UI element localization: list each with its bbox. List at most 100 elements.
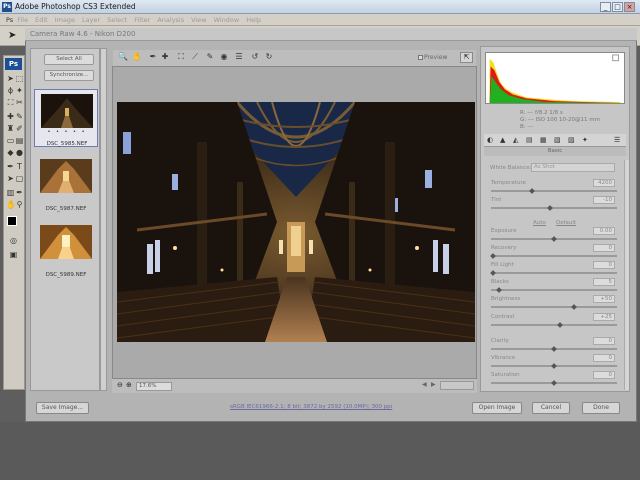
- crop-tool-icon[interactable]: ⛶: [6, 98, 15, 107]
- auto-link[interactable]: Auto: [533, 220, 546, 226]
- crop-icon[interactable]: ⛶: [176, 52, 186, 62]
- hand-tool-icon[interactable]: ✋: [6, 200, 16, 209]
- slider-value-field[interactable]: 0: [593, 261, 615, 269]
- straighten-icon[interactable]: ⟋: [190, 52, 200, 62]
- menu-window[interactable]: Window: [214, 16, 240, 24]
- slider-value-field[interactable]: 0: [593, 354, 615, 362]
- slider-track[interactable]: [491, 306, 617, 308]
- cancel-button[interactable]: Cancel: [532, 402, 570, 414]
- hand-icon[interactable]: ✋: [132, 52, 142, 61]
- done-button[interactable]: Done: [582, 402, 620, 414]
- eraser-tool-icon[interactable]: ▭: [6, 136, 15, 145]
- maximize-button[interactable]: □: [612, 2, 623, 12]
- slider-track[interactable]: [491, 272, 617, 274]
- tab-camera-calibration-icon[interactable]: ▨: [568, 136, 575, 144]
- tab-hsl-icon[interactable]: ▤: [526, 136, 533, 144]
- tab-presets-icon[interactable]: ✦: [582, 136, 588, 144]
- foreground-color-swatch[interactable]: [7, 216, 17, 226]
- workflow-options-link[interactable]: sRGB IEC61966-2.1; 8 bit; 3872 by 2592 (…: [230, 404, 392, 410]
- menu-edit[interactable]: Edit: [35, 16, 48, 24]
- menu-filter[interactable]: Filter: [134, 16, 150, 24]
- slider-value-field[interactable]: 5: [593, 278, 615, 286]
- slider-track[interactable]: [491, 207, 617, 209]
- path-selection-icon[interactable]: ➤: [6, 174, 15, 183]
- slider-value-field[interactable]: 0.00: [593, 227, 615, 235]
- color-sampler-icon[interactable]: ✚: [160, 52, 170, 61]
- slider-value-field[interactable]: +25: [593, 313, 615, 321]
- preferences-icon[interactable]: ☰: [234, 52, 244, 61]
- slider-value-field[interactable]: 0: [593, 244, 615, 252]
- save-image-button[interactable]: Save Image...: [36, 402, 89, 414]
- magic-wand-tool-icon[interactable]: ✦: [15, 86, 24, 95]
- screen-mode-icon[interactable]: ▣: [9, 250, 18, 259]
- red-eye-icon[interactable]: ◉: [219, 52, 229, 61]
- tab-tone-curve-icon[interactable]: ▲: [500, 136, 505, 144]
- slider-value-field[interactable]: 0: [593, 371, 615, 379]
- menu-image[interactable]: Image: [55, 16, 75, 24]
- dodge-tool-icon[interactable]: ●: [15, 148, 24, 157]
- shape-tool-icon[interactable]: ▢: [15, 174, 24, 183]
- slider-value-field[interactable]: 0: [593, 337, 615, 345]
- slider-value-field[interactable]: +50: [593, 295, 615, 303]
- history-brush-icon[interactable]: ✐: [15, 124, 24, 133]
- slider-value-field[interactable]: -10: [593, 196, 615, 204]
- zoom-tool-icon[interactable]: ⚲: [15, 200, 24, 209]
- slider-track[interactable]: [491, 324, 617, 326]
- tab-basic-icon[interactable]: ◐: [487, 136, 493, 144]
- slider-value-field[interactable]: 4200: [593, 179, 615, 187]
- zoom-icon[interactable]: 🔍: [118, 52, 128, 61]
- default-link[interactable]: Default: [556, 220, 576, 226]
- tab-split-toning-icon[interactable]: ▦: [540, 136, 547, 144]
- zoom-in-icon[interactable]: ⊕: [126, 381, 132, 389]
- close-button[interactable]: ×: [624, 2, 635, 12]
- move-tool-icon[interactable]: ➤: [8, 30, 16, 41]
- slider-track[interactable]: [491, 255, 617, 257]
- slice-tool-icon[interactable]: ✂: [15, 98, 24, 107]
- fullscreen-button[interactable]: ⇱: [460, 52, 473, 63]
- menu-analysis[interactable]: Analysis: [157, 16, 184, 24]
- healing-brush-icon[interactable]: ✚: [6, 112, 15, 121]
- menu-file[interactable]: File: [17, 16, 28, 24]
- lasso-tool-icon[interactable]: ϕ: [6, 86, 15, 95]
- filmstrip-thumbnail[interactable]: DSC_5989.NEF: [34, 221, 98, 279]
- pen-tool-icon[interactable]: ✒: [6, 162, 15, 171]
- eyedropper-tool-icon[interactable]: ✒: [15, 188, 24, 197]
- retouch-icon[interactable]: ✎: [205, 52, 215, 61]
- rotate-left-icon[interactable]: ↺: [250, 52, 260, 61]
- slider-track[interactable]: [491, 289, 617, 291]
- zoom-out-icon[interactable]: ⊖: [117, 381, 123, 389]
- next-image-icon[interactable]: ▶: [431, 381, 436, 388]
- panel-scrollbar[interactable]: [624, 160, 629, 390]
- open-image-button[interactable]: Open Image: [472, 402, 522, 414]
- white-balance-select[interactable]: As Shot: [531, 163, 615, 172]
- type-tool-icon[interactable]: T: [15, 162, 24, 171]
- marquee-tool-icon[interactable]: ⬚: [15, 74, 24, 83]
- blur-tool-icon[interactable]: ◆: [6, 148, 15, 157]
- white-balance-icon[interactable]: ✒: [148, 52, 158, 61]
- filmstrip-scrollbar[interactable]: [100, 48, 107, 391]
- select-all-button[interactable]: Select All: [44, 54, 94, 65]
- preview-checkbox[interactable]: [418, 55, 423, 60]
- menu-layer[interactable]: Layer: [82, 16, 100, 24]
- minimize-button[interactable]: _: [600, 2, 611, 12]
- menu-view[interactable]: View: [191, 16, 206, 24]
- notes-tool-icon[interactable]: ▥: [6, 188, 15, 197]
- gradient-tool-icon[interactable]: ▤: [15, 136, 24, 145]
- move-tool-icon[interactable]: ➤: [6, 74, 15, 83]
- zoom-level-select[interactable]: 17.6%: [136, 382, 172, 391]
- menu-select[interactable]: Select: [107, 16, 127, 24]
- menu-help[interactable]: Help: [246, 16, 261, 24]
- tab-lens-icon[interactable]: ▧: [554, 136, 561, 144]
- clone-stamp-icon[interactable]: ♜: [6, 124, 15, 133]
- synchronize-button[interactable]: Synchronize...: [44, 70, 94, 81]
- quick-mask-icon[interactable]: ◎: [9, 236, 18, 245]
- filmstrip-thumbnail[interactable]: • • • • • DSC_5985.NEF: [34, 89, 98, 147]
- slider-track[interactable]: [491, 190, 617, 192]
- panel-menu-icon[interactable]: ☰: [614, 136, 620, 144]
- brush-tool-icon[interactable]: ✎: [15, 112, 24, 121]
- tab-detail-icon[interactable]: ◭: [513, 136, 518, 144]
- prev-image-icon[interactable]: ◀: [422, 381, 427, 388]
- rating-stars[interactable]: • • • • •: [35, 129, 99, 135]
- filmstrip-thumbnail[interactable]: DSC_5987.NEF: [34, 155, 98, 213]
- rotate-right-icon[interactable]: ↻: [264, 52, 274, 61]
